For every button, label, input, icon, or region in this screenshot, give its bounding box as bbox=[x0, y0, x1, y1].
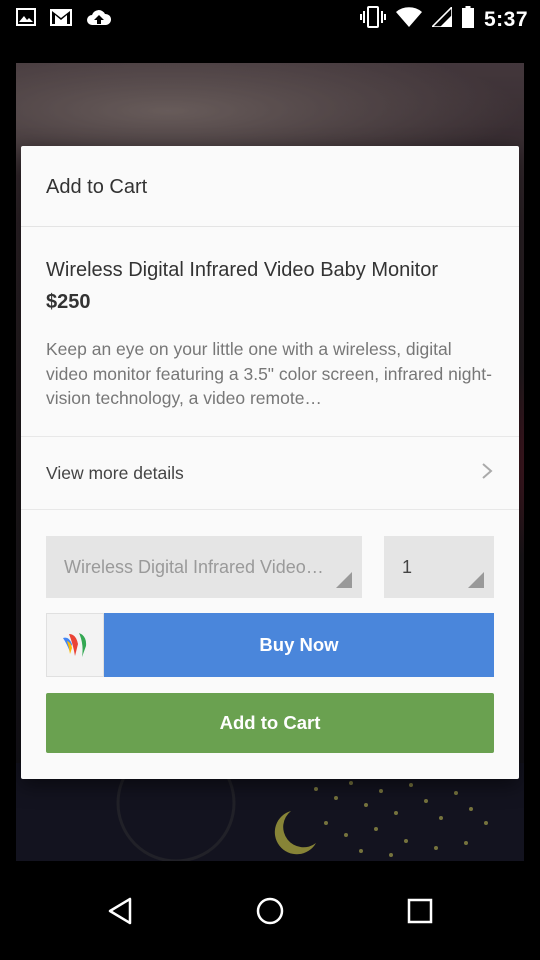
dropdown-arrow-icon bbox=[336, 572, 352, 588]
variant-dropdown[interactable]: Wireless Digital Infrared Video… bbox=[46, 536, 362, 598]
recents-icon[interactable] bbox=[400, 891, 440, 931]
product-price: $250 bbox=[46, 291, 91, 313]
wifi-icon bbox=[395, 7, 422, 32]
status-bar: 5:37 bbox=[0, 0, 540, 38]
image-icon bbox=[16, 8, 36, 31]
buy-now-button[interactable]: Buy Now bbox=[104, 613, 494, 677]
navigation-bar bbox=[0, 861, 540, 960]
battery-icon bbox=[461, 6, 474, 33]
quantity-dropdown[interactable]: 1 bbox=[384, 536, 494, 598]
dialog-title: Add to Cart bbox=[46, 176, 148, 198]
add-to-cart-dialog: Add to Cart Wireless Digital Infrared Vi… bbox=[21, 146, 519, 779]
view-more-details-link[interactable]: View more details bbox=[21, 437, 519, 510]
cloud-upload-icon bbox=[86, 8, 112, 31]
product-description: Keep an eye on your little one with a wi… bbox=[46, 339, 492, 408]
vibrate-icon bbox=[359, 6, 386, 33]
dropdown-arrow-icon bbox=[468, 572, 484, 588]
back-icon[interactable] bbox=[100, 891, 140, 931]
gmail-icon bbox=[50, 8, 72, 31]
buy-now-row: Buy Now bbox=[46, 613, 494, 677]
options-row: Wireless Digital Infrared Video… 1 bbox=[46, 536, 494, 598]
home-icon[interactable] bbox=[250, 891, 290, 931]
view-more-details-label: View more details bbox=[46, 462, 184, 483]
status-time: 5:37 bbox=[483, 7, 528, 31]
dialog-header: Add to Cart bbox=[21, 146, 519, 227]
quantity-dropdown-value: 1 bbox=[402, 556, 413, 577]
add-to-cart-button[interactable]: Add to Cart bbox=[46, 693, 494, 753]
variant-dropdown-value: Wireless Digital Infrared Video… bbox=[64, 556, 324, 577]
google-wallet-icon[interactable] bbox=[46, 613, 104, 677]
signal-icon bbox=[430, 5, 453, 32]
chevron-right-icon bbox=[480, 462, 494, 485]
product-name: Wireless Digital Infrared Video Baby Mon… bbox=[46, 259, 439, 281]
product-summary: Wireless Digital Infrared Video Baby Mon… bbox=[21, 227, 519, 437]
